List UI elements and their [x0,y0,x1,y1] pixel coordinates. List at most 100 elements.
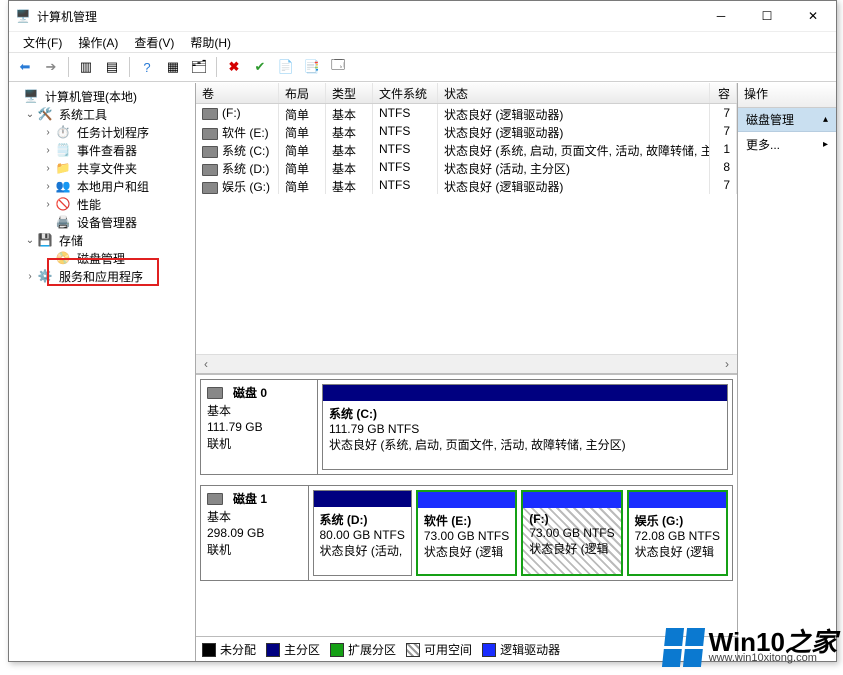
disk-type: 基本 [207,402,311,419]
disk-icon [207,493,223,505]
actions-more-label: 更多... [746,136,780,153]
partition-status: 状态良好 (逻辑 [635,545,714,559]
computer-icon: 🖥️ [23,88,39,104]
refresh-button[interactable]: ✔ [248,55,272,79]
help-button[interactable]: ? [135,55,159,79]
tree-performance[interactable]: 性能 [75,195,103,214]
menu-help[interactable]: 帮助(H) [186,32,235,53]
action-button[interactable]: 📑 [300,55,324,79]
volume-row[interactable]: 系统 (C:)简单基本NTFS状态良好 (系统, 启动, 页面文件, 活动, 故… [196,140,737,158]
rescan-button[interactable]: 📄 [274,55,298,79]
scheduler-icon: ⏱️ [55,124,71,140]
partition[interactable]: 软件 (E:)73.00 GB NTFS状态良好 (逻辑 [416,490,517,576]
tree-disk-management[interactable]: 磁盘管理 [75,249,127,268]
expander-icon[interactable]: ⌄ [23,109,37,120]
tree-shared-folders[interactable]: 共享文件夹 [75,159,139,178]
actions-section-label: 磁盘管理 [746,111,794,128]
expander-icon[interactable]: › [41,127,55,138]
partition-stripe [323,385,727,401]
partition-body: 系统 (D:)80.00 GB NTFS状态良好 (活动, [314,507,411,575]
expander-icon[interactable]: › [41,163,55,174]
view-top-button[interactable]: ▦ [161,55,185,79]
tree-services[interactable]: 服务和应用程序 [57,267,145,286]
maximize-button[interactable]: ☐ [744,1,790,31]
users-icon: 👥 [55,178,71,194]
disk-map: 磁盘 0基本111.79 GB联机系统 (C:)111.79 GB NTFS 状态… [196,375,737,636]
col-volume[interactable]: 卷 [196,83,279,103]
col-layout[interactable]: 布局 [279,83,326,103]
partition-title: 系统 (C:) [329,407,377,421]
tree-system-tools[interactable]: 系统工具 [57,105,109,124]
volume-icon [202,108,218,120]
menu-action[interactable]: 操作(A) [74,32,122,53]
collapse-icon[interactable]: ▴ [823,114,828,125]
col-type[interactable]: 类型 [326,83,373,103]
event-icon: 🗒️ [55,142,71,158]
tree-event-viewer[interactable]: 事件查看器 [75,141,139,160]
app-icon: 🖥️ [15,8,31,24]
perf-icon: 🚫 [55,196,71,212]
legend-primary: 主分区 [284,643,320,657]
partition-body: (F:)73.00 GB NTFS状态良好 (逻辑 [523,508,620,574]
scroll-left-icon[interactable]: ‹ [198,357,214,371]
partition[interactable]: (F:)73.00 GB NTFS状态良好 (逻辑 [521,490,622,576]
expander-icon[interactable]: › [41,145,55,156]
expander-icon[interactable]: ⌄ [23,235,37,246]
disk-size: 298.09 GB [207,526,302,540]
tree-task-scheduler[interactable]: 任务计划程序 [75,123,151,142]
col-fs[interactable]: 文件系统 [373,83,438,103]
settings-button[interactable]: 🗂 [187,55,211,79]
partition[interactable]: 系统 (C:)111.79 GB NTFS 状态良好 (系统, 启动, 页面文件,… [322,384,728,470]
device-icon: 🖨️ [55,214,71,230]
partition-size: 111.79 GB NTFS [329,422,419,436]
disk-info: 磁盘 0基本111.79 GB联机 [201,380,318,474]
disk-size: 111.79 GB [207,420,311,434]
actions-header: 操作 [738,83,836,108]
show-hide-tree-button[interactable]: ▥ [74,55,98,79]
partition-status: 状态良好 (系统, 启动, 页面文件, 活动, 故障转储, 主分区) [329,438,626,452]
tree-storage[interactable]: 存储 [57,231,85,250]
partition-body: 娱乐 (G:)72.08 GB NTFS状态良好 (逻辑 [629,508,726,574]
shared-icon: 📁 [55,160,71,176]
volume-row[interactable]: 系统 (D:)简单基本NTFS状态良好 (活动, 主分区)8 [196,158,737,176]
disk-block: 磁盘 1基本298.09 GB联机系统 (D:)80.00 GB NTFS状态良… [200,485,733,581]
volume-row[interactable]: (F:)简单基本NTFS状态良好 (逻辑驱动器)7 [196,104,737,122]
col-capacity[interactable]: 容 [710,83,737,103]
partition-title: 娱乐 (G:) [635,514,684,528]
volume-icon [202,164,218,176]
menu-view[interactable]: 查看(V) [130,32,178,53]
extra-button[interactable]: 🗔 [326,55,350,79]
volume-row[interactable]: 娱乐 (G:)简单基本NTFS状态良好 (逻辑驱动器)7 [196,176,737,194]
tree-root[interactable]: 计算机管理(本地) [43,87,139,106]
close-button[interactable]: ✕ [790,1,836,31]
expander-icon[interactable]: › [23,271,37,282]
tree-local-users[interactable]: 本地用户和组 [75,177,151,196]
partition-stripe [629,492,726,508]
horizontal-scrollbar[interactable]: ‹ › [196,354,737,373]
col-status[interactable]: 状态 [438,83,710,103]
volume-list-header: 卷 布局 类型 文件系统 状态 容 [196,83,737,104]
volume-icon [202,182,218,194]
actions-section[interactable]: 磁盘管理 ▴ [738,108,836,132]
back-button[interactable]: ⬅ [13,55,37,79]
expander-icon[interactable]: › [41,199,55,210]
actions-more[interactable]: 更多... ▸ [738,132,836,157]
tree-device-manager[interactable]: 设备管理器 [75,213,139,232]
properties-pane-button[interactable]: ▤ [100,55,124,79]
delete-button[interactable]: ✖ [222,55,246,79]
partition-body: 系统 (C:)111.79 GB NTFS 状态良好 (系统, 启动, 页面文件,… [323,401,727,469]
expander-icon[interactable]: › [41,181,55,192]
services-icon: ⚙️ [37,268,53,284]
scroll-right-icon[interactable]: › [719,357,735,371]
minimize-button[interactable]: ─ [698,1,744,31]
volume-row[interactable]: 软件 (E:)简单基本NTFS状态良好 (逻辑驱动器)7 [196,122,737,140]
menu-file[interactable]: 文件(F) [19,32,66,53]
forward-button[interactable]: ➔ [39,55,63,79]
window-title: 计算机管理 [37,8,698,25]
disk-block: 磁盘 0基本111.79 GB联机系统 (C:)111.79 GB NTFS 状态… [200,379,733,475]
partition[interactable]: 系统 (D:)80.00 GB NTFS状态良好 (活动, [313,490,412,576]
legend-extended: 扩展分区 [348,643,396,657]
partition[interactable]: 娱乐 (G:)72.08 GB NTFS状态良好 (逻辑 [627,490,728,576]
legend-unallocated: 未分配 [220,643,256,657]
diskmgmt-icon: 📀 [55,250,71,266]
